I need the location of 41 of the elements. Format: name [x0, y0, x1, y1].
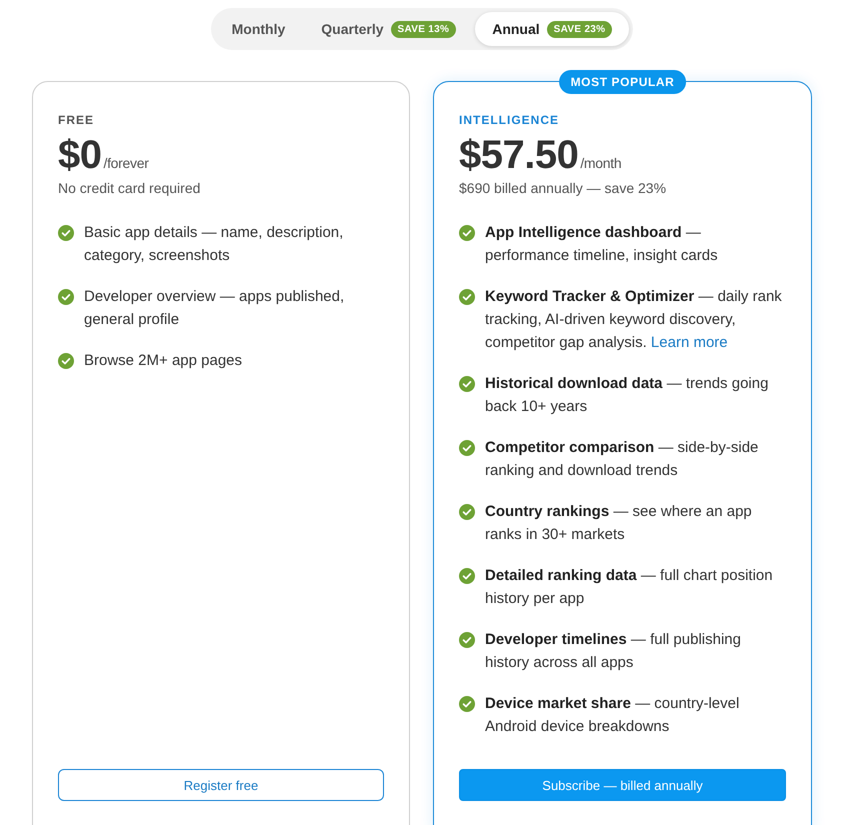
check-icon	[58, 225, 74, 241]
plan-price: $57.50	[459, 133, 578, 177]
price-period: /month	[580, 155, 622, 171]
feature-text: Developer overview — apps published, general profile	[84, 287, 346, 330]
feature-text: Browse 2M+ app pages	[84, 351, 244, 371]
check-icon	[459, 696, 475, 712]
check-icon	[459, 632, 475, 648]
check-icon	[58, 289, 74, 305]
check-icon	[459, 504, 475, 520]
feature-text: Country rankings — see where an app ranks in 30+ markets	[485, 502, 753, 545]
feature-text: Basic app details — name, description, category, screenshots	[84, 223, 344, 266]
billing-option-label: Monthly	[232, 21, 286, 37]
check-icon	[459, 568, 475, 584]
plan-name: FREE	[58, 113, 96, 127]
price-period: /forever	[104, 155, 149, 171]
billing-option-label: Quarterly	[321, 21, 384, 37]
feature-text: Developer timelines — full publishing history across all apps	[485, 630, 742, 673]
price-note: No credit card required	[58, 179, 202, 197]
billing-option[interactable]: Annual SAVE 23%	[475, 12, 630, 46]
feature-text: App Intelligence dashboard — performance timeline, insight cards	[485, 223, 719, 266]
price-note: $690 billed annually — save 23%	[459, 179, 668, 197]
feature-text: Keyword Tracker & Optimizer — daily rank tracking, AI-driven keyword discovery, competitor gap analysis. Learn more	[485, 287, 783, 353]
feature-text: Detailed ranking data — full chart position history per app	[485, 566, 774, 609]
check-icon	[58, 353, 74, 369]
plan-name: INTELLIGENCE	[459, 113, 560, 127]
check-icon	[459, 440, 475, 456]
plan-button[interactable]: Register free	[58, 769, 384, 801]
check-icon	[459, 225, 475, 241]
save-badge: SAVE 23%	[546, 20, 612, 38]
plan-price: $0	[58, 133, 102, 177]
billing-option-label: Annual	[492, 21, 540, 37]
save-badge: SAVE 13%	[390, 20, 456, 38]
billing-option[interactable]: Monthly	[214, 12, 302, 46]
check-icon	[459, 376, 475, 392]
learn-more-link[interactable]: Learn more	[650, 334, 728, 351]
feature-text: Device market share — country-level Android device breakdowns	[485, 694, 740, 737]
feature-text: Historical download data — trends going back 10+ years	[485, 374, 770, 417]
check-icon	[459, 289, 475, 305]
billing-option[interactable]: Quarterly SAVE 13%	[304, 12, 474, 46]
feature-text: Competitor comparison — side-by-side ranking and download trends	[485, 438, 760, 481]
most-popular-badge: MOST POPULAR	[558, 70, 686, 94]
